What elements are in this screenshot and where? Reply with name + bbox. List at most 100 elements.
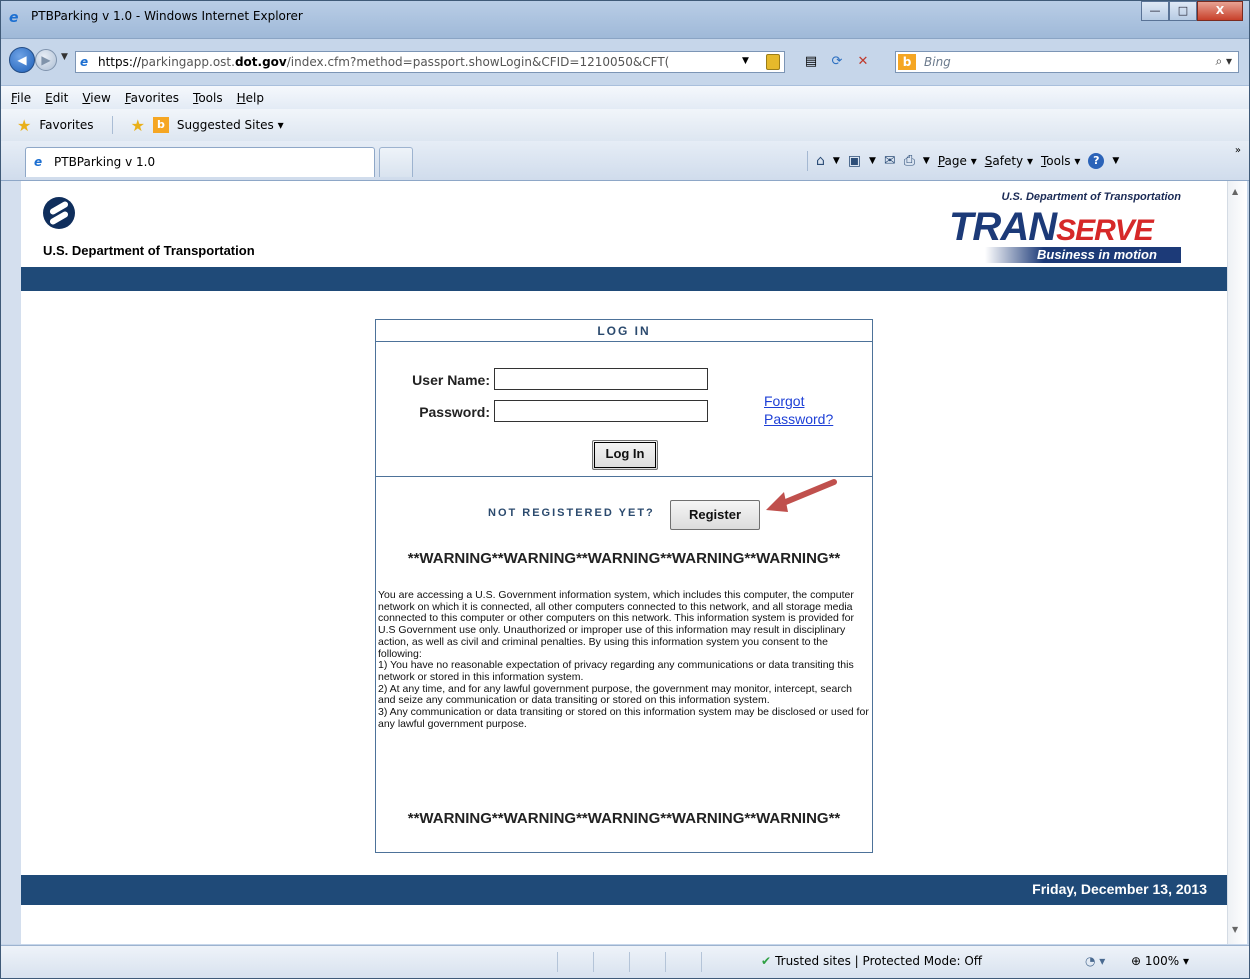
- address-bar[interactable]: e https://parkingapp.ost.dot.gov/index.c…: [75, 51, 785, 73]
- check-icon: ✔: [761, 954, 772, 968]
- stop-icon[interactable]: ✕: [853, 53, 873, 71]
- register-button[interactable]: Register: [670, 500, 760, 530]
- menu-edit[interactable]: Edit: [45, 91, 68, 105]
- navigation-bar: ◀ ▶ ▼ e https://parkingapp.ost.dot.gov/i…: [1, 41, 1249, 85]
- feeds-dropdown-icon[interactable]: ▼: [869, 156, 876, 166]
- favorites-button[interactable]: Favorites: [39, 118, 93, 132]
- minimize-button[interactable]: —: [1141, 1, 1169, 21]
- scroll-up-icon[interactable]: ▲: [1232, 187, 1238, 196]
- home-icon[interactable]: ⌂: [816, 153, 825, 169]
- password-label: Password:: [419, 404, 490, 420]
- footer-band: Friday, December 13, 2013: [21, 875, 1227, 905]
- menu-tools[interactable]: Tools: [193, 91, 223, 105]
- compatibility-view-icon[interactable]: ▤: [801, 53, 821, 71]
- feeds-icon[interactable]: ▣: [848, 153, 861, 169]
- more-commands-icon[interactable]: »: [1235, 145, 1241, 156]
- tab-label: PTBParking v 1.0: [54, 155, 156, 169]
- ie-logo-icon: e: [9, 10, 19, 26]
- search-box[interactable]: b Bing ⌕ ▾: [895, 51, 1239, 73]
- menu-file[interactable]: File: [11, 91, 31, 105]
- menu-view[interactable]: View: [82, 91, 110, 105]
- page-favicon-icon: e: [80, 55, 89, 69]
- pointer-arrow-icon: [766, 479, 837, 512]
- help-dropdown-icon[interactable]: ▼: [1112, 156, 1119, 166]
- status-cell: [593, 952, 629, 972]
- notice-intro: You are accessing a U.S. Government info…: [378, 589, 855, 660]
- status-cell: [629, 952, 665, 972]
- forgot-password-link[interactable]: Forgot Password?: [764, 392, 854, 428]
- recent-pages-dropdown-icon[interactable]: ▼: [61, 52, 68, 62]
- lock-icon[interactable]: [766, 54, 780, 70]
- favorites-star-icon[interactable]: ★: [17, 116, 31, 135]
- notice-item-1: 1) You have no reasonable expectation of…: [378, 659, 854, 683]
- login-button[interactable]: Log In: [592, 440, 658, 470]
- search-placeholder: Bing: [924, 55, 951, 69]
- vertical-scrollbar[interactable]: ▲ ▼: [1227, 181, 1247, 944]
- tab-ptbparking[interactable]: e PTBParking v 1.0: [25, 147, 375, 177]
- suggested-sites-icon: b: [152, 117, 169, 133]
- favorites-bar: ★ Favorites ★ b Suggested Sites ▾: [1, 109, 1249, 141]
- login-heading: LOG IN: [376, 320, 872, 342]
- command-separator: [807, 151, 808, 171]
- bing-logo-icon: b: [898, 54, 916, 70]
- transerve-logo: TRANSERVE Business in motion: [945, 205, 1181, 265]
- username-label: User Name:: [412, 372, 490, 388]
- login-panel: LOG IN User Name: Password: Forgot Passw…: [375, 319, 873, 853]
- security-notice: You are accessing a U.S. Government info…: [378, 589, 872, 730]
- favorites-separator: [111, 116, 113, 134]
- suggested-sites-button[interactable]: Suggested Sites ▾: [177, 118, 284, 132]
- help-icon[interactable]: ?: [1088, 153, 1105, 169]
- dot-logo-icon: [43, 197, 75, 229]
- home-dropdown-icon[interactable]: ▼: [833, 156, 840, 166]
- refresh-icon[interactable]: ⟳: [827, 53, 847, 71]
- status-cells: [557, 952, 737, 972]
- mail-icon[interactable]: ✉: [884, 153, 896, 169]
- address-actions: ▤ ⟳ ✕: [801, 53, 873, 71]
- zoom-level[interactable]: ⊕ 100% ▾: [1131, 954, 1189, 968]
- address-dropdown-icon[interactable]: ▼: [742, 56, 749, 66]
- transerve-department: U.S. Department of Transportation: [1001, 191, 1181, 203]
- warning-banner-bottom: **WARNING**WARNING**WARNING**WARNING**WA…: [407, 810, 841, 827]
- zone-globe-icon[interactable]: ◔ ▾: [1085, 954, 1105, 968]
- print-icon[interactable]: ⎙: [904, 153, 915, 169]
- back-button[interactable]: ◀: [9, 47, 35, 73]
- address-url[interactable]: https://parkingapp.ost.dot.gov/index.cfm…: [98, 55, 698, 69]
- tools-menu[interactable]: Tools ▾: [1041, 154, 1080, 168]
- password-input[interactable]: [494, 400, 708, 422]
- tab-bar: e PTBParking v 1.0 ⌂ ▼ ▣ ▼ ✉ ⎙ ▼ Page ▾ Saf…: [1, 141, 1249, 181]
- footer-date: Friday, December 13, 2013: [1032, 881, 1207, 897]
- status-cell: [665, 952, 701, 972]
- status-cell: [557, 952, 593, 972]
- page-header: U.S. Department of Transportation U.S. D…: [21, 181, 1227, 267]
- command-bar: ⌂ ▼ ▣ ▼ ✉ ⎙ ▼ Page ▾ Safety ▾ Tools ▾ ? ▼: [807, 151, 1119, 171]
- safety-menu[interactable]: Safety ▾: [985, 154, 1033, 168]
- new-tab-button[interactable]: [379, 147, 413, 177]
- scroll-down-icon[interactable]: ▼: [1232, 925, 1238, 934]
- security-zone[interactable]: ✔ Trusted sites | Protected Mode: Off: [761, 954, 982, 968]
- header-band: [21, 267, 1227, 291]
- print-dropdown-icon[interactable]: ▼: [923, 156, 930, 166]
- transerve-logo-tran: TRAN: [949, 205, 1057, 249]
- warning-banner-top: **WARNING**WARNING**WARNING**WARNING**WA…: [407, 550, 841, 567]
- title-bar: e PTBParking v 1.0 - Windows Internet Ex…: [1, 1, 1249, 39]
- username-input[interactable]: [494, 368, 708, 390]
- status-bar: ✔ Trusted sites | Protected Mode: Off ◔ ▾…: [1, 945, 1249, 978]
- status-cell: [701, 952, 737, 972]
- menu-bar: File Edit View Favorites Tools Help: [1, 85, 1249, 109]
- maximize-button[interactable]: □: [1169, 1, 1197, 21]
- page-menu[interactable]: Page ▾: [938, 154, 977, 168]
- menu-favorites[interactable]: Favorites: [125, 91, 179, 105]
- close-button[interactable]: X: [1197, 1, 1243, 21]
- transerve-tagline: Business in motion: [985, 247, 1181, 263]
- menu-help[interactable]: Help: [237, 91, 264, 105]
- org-name: U.S. Department of Transportation: [43, 243, 255, 258]
- forward-button[interactable]: ▶: [35, 49, 57, 71]
- tab-favicon-icon: e: [34, 155, 43, 169]
- search-icon[interactable]: ⌕ ▾: [1215, 54, 1232, 69]
- notice-item-3: 3) Any communication or data transiting …: [378, 706, 869, 730]
- window-controls: — □ X: [1141, 1, 1243, 21]
- add-favorite-icon[interactable]: ★: [131, 116, 145, 135]
- frame-left-gutter: [1, 181, 21, 944]
- page-viewport: U.S. Department of Transportation U.S. D…: [21, 181, 1227, 944]
- browser-window: e PTBParking v 1.0 - Windows Internet Ex…: [0, 0, 1250, 979]
